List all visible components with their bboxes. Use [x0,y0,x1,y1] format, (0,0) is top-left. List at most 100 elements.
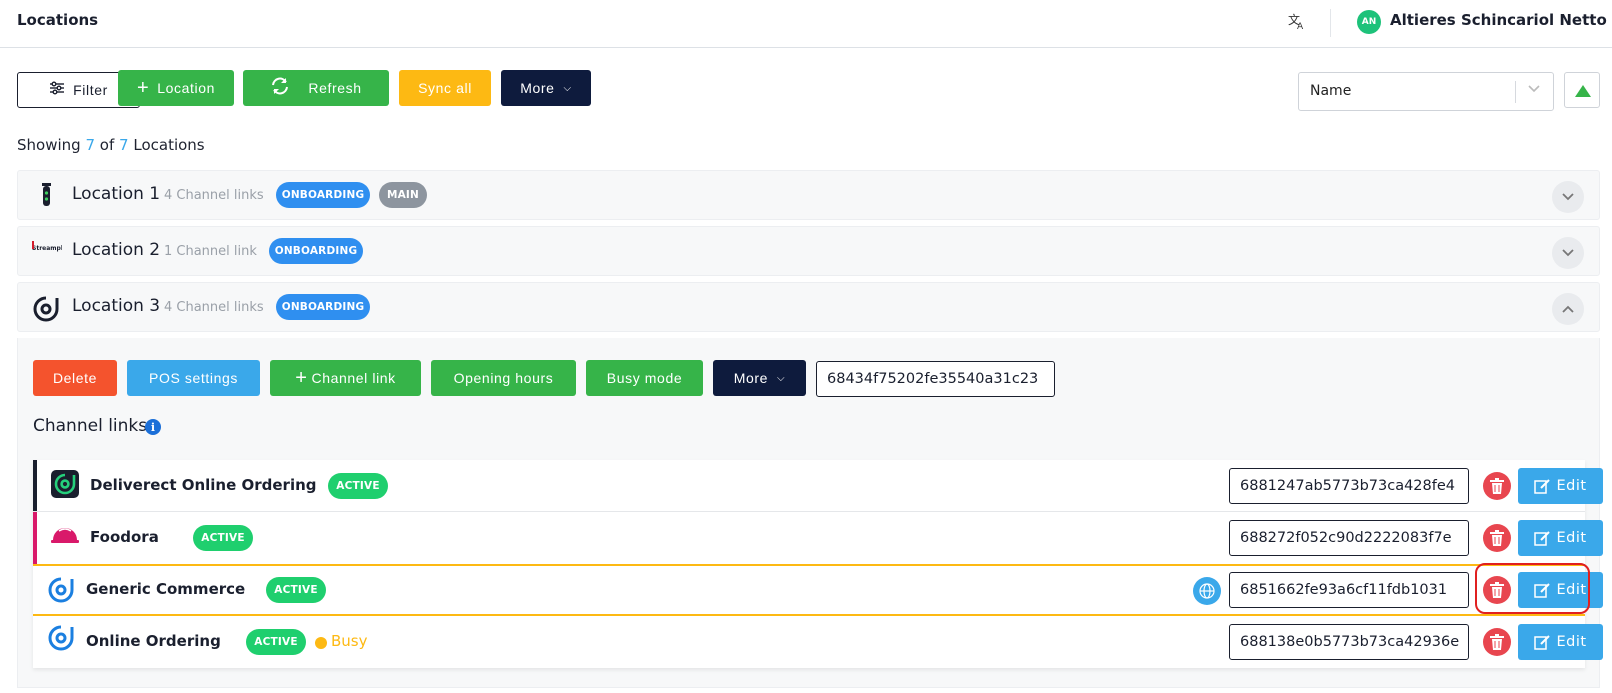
location-logo-icon [32,183,60,207]
status-badge: ACTIVE [246,629,306,655]
status-badge: ONBOARDING [276,182,370,208]
plus-icon: + [295,367,308,389]
select-divider [1515,81,1516,103]
channel-links-list: Deliverect Online Ordering ACTIVE 688124… [33,460,1603,668]
info-icon[interactable]: i [145,419,161,435]
filter-label: Filter [73,82,108,98]
channel-id-field[interactable]: 688272f052c90d2222083f7e [1229,520,1469,556]
refresh-button[interactable]: Refresh [243,70,389,106]
channel-color-bar [33,460,37,512]
add-channel-link-button[interactable]: + Channel link [270,360,421,396]
sort-select-value: Name [1310,83,1352,99]
status-badge: ACTIVE [193,525,253,551]
trash-icon [1490,634,1504,650]
sort-direction-button[interactable] [1564,72,1600,108]
deliverect-logo-icon [47,624,75,652]
channel-link-row: Generic Commerce ACTIVE 6851662fe93a6cf1… [33,564,1603,616]
user-name[interactable]: Altieres Schincariol Netto [1390,11,1607,29]
channel-name: Generic Commerce [86,580,246,598]
foodora-logo-icon [50,522,79,550]
location-row[interactable]: Streamphony Location 2 1 Channel link ON… [17,226,1600,276]
svg-text:Streamphony: Streamphony [32,245,62,252]
location-row[interactable]: Location 3 4 Channel links ONBOARDING [17,282,1600,332]
chevron-down-icon [1562,249,1574,257]
status-badge: ACTIVE [328,473,388,499]
location-row[interactable]: Location 1 4 Channel links ONBOARDING MA… [17,170,1600,220]
location-name: Location 1 [72,184,161,204]
sort-ascending-icon [1575,85,1591,97]
header-divider [1330,9,1331,37]
sort-select[interactable]: Name [1298,72,1554,111]
channel-link-count: 1 Channel link [164,244,257,259]
channel-link-row: Online Ordering ACTIVE Busy 688138e0b577… [33,616,1603,668]
add-location-button[interactable]: + Location [118,70,234,106]
more-label: More [520,80,555,96]
channel-name: Foodora [90,528,159,546]
channel-name: Online Ordering [86,632,221,650]
pos-settings-button[interactable]: POS settings [127,360,260,396]
delete-location-button[interactable]: Delete [33,360,117,396]
status-badge: ACTIVE [266,577,326,603]
channel-color-bar [33,512,37,564]
edit-icon [1534,635,1551,650]
deliverect-logo-icon [47,576,75,604]
add-location-label: Location [157,80,215,96]
avatar[interactable]: AN [1357,10,1381,34]
svg-text:A: A [1297,22,1304,30]
plus-icon: + [136,77,150,99]
channel-link-count: 4 Channel links [164,300,264,315]
edit-icon [1534,531,1551,546]
chevron-down-icon [1562,193,1574,201]
refresh-label: Refresh [308,80,362,96]
sync-all-button[interactable]: Sync all [399,70,491,106]
channel-link-row: Foodora ACTIVE 688272f052c90d2222083f7e … [33,512,1603,564]
location-name: Location 3 [72,296,161,316]
refresh-icon [270,76,290,100]
main-badge: MAIN [379,182,427,208]
deliverect-logo-icon [51,470,79,498]
location-logo-icon [32,295,60,322]
edit-channel-button[interactable]: Edit [1518,520,1603,556]
busy-mode-button[interactable]: Busy mode [586,360,703,396]
globe-icon[interactable] [1193,577,1221,605]
location-logo-icon: Streamphony [32,239,77,263]
edit-icon [1534,479,1551,494]
channel-link-count: 4 Channel links [164,188,264,203]
channel-id-field[interactable]: 688138e0b5773b73ca42936e [1229,624,1469,660]
sync-all-label: Sync all [418,80,472,96]
more-button[interactable]: More ⌵ [501,70,591,106]
sliders-icon [49,81,65,99]
edit-channel-button[interactable]: Edit [1518,468,1603,504]
results-count: Showing 7 of 7 Locations [17,136,205,154]
edit-channel-button[interactable]: Edit [1518,624,1603,660]
collapse-toggle[interactable] [1552,293,1584,325]
chevron-up-icon [1562,305,1574,313]
channel-id-field[interactable]: 6851662fe93a6cf11fdb1031 [1229,572,1469,608]
chevron-down-icon: ⌵ [777,372,786,384]
status-badge: ONBOARDING [269,238,363,264]
location-more-button[interactable]: More ⌵ [713,360,806,396]
expand-toggle[interactable] [1552,237,1584,269]
page-title: Locations [17,11,99,29]
delete-channel-button[interactable] [1483,628,1511,656]
delete-channel-button[interactable] [1483,472,1511,500]
translate-icon[interactable]: 文A [1288,12,1306,34]
delete-channel-button[interactable] [1483,524,1511,552]
channel-links-title: Channel links [33,416,148,436]
channel-link-row: Deliverect Online Ordering ACTIVE 688124… [33,460,1603,512]
chevron-down-icon: ⌵ [563,82,572,94]
status-badge: ONBOARDING [276,294,370,320]
top-header: Locations 文A AN Altieres Schincariol Net… [0,0,1612,48]
channel-id-field[interactable]: 6881247ab5773b73ca428fe4 [1229,468,1469,504]
busy-status: Busy [331,632,368,650]
channel-name: Deliverect Online Ordering [90,476,317,494]
busy-dot-icon [315,637,327,649]
trash-icon [1490,478,1504,494]
trash-icon [1490,530,1504,546]
expand-toggle[interactable] [1552,181,1584,213]
chevron-down-icon [1527,81,1541,99]
opening-hours-button[interactable]: Opening hours [431,360,576,396]
annotation-highlight [1475,563,1590,614]
location-name: Location 2 [72,240,161,260]
location-id-field[interactable]: 68434f75202fe35540a31c23 [816,361,1055,397]
